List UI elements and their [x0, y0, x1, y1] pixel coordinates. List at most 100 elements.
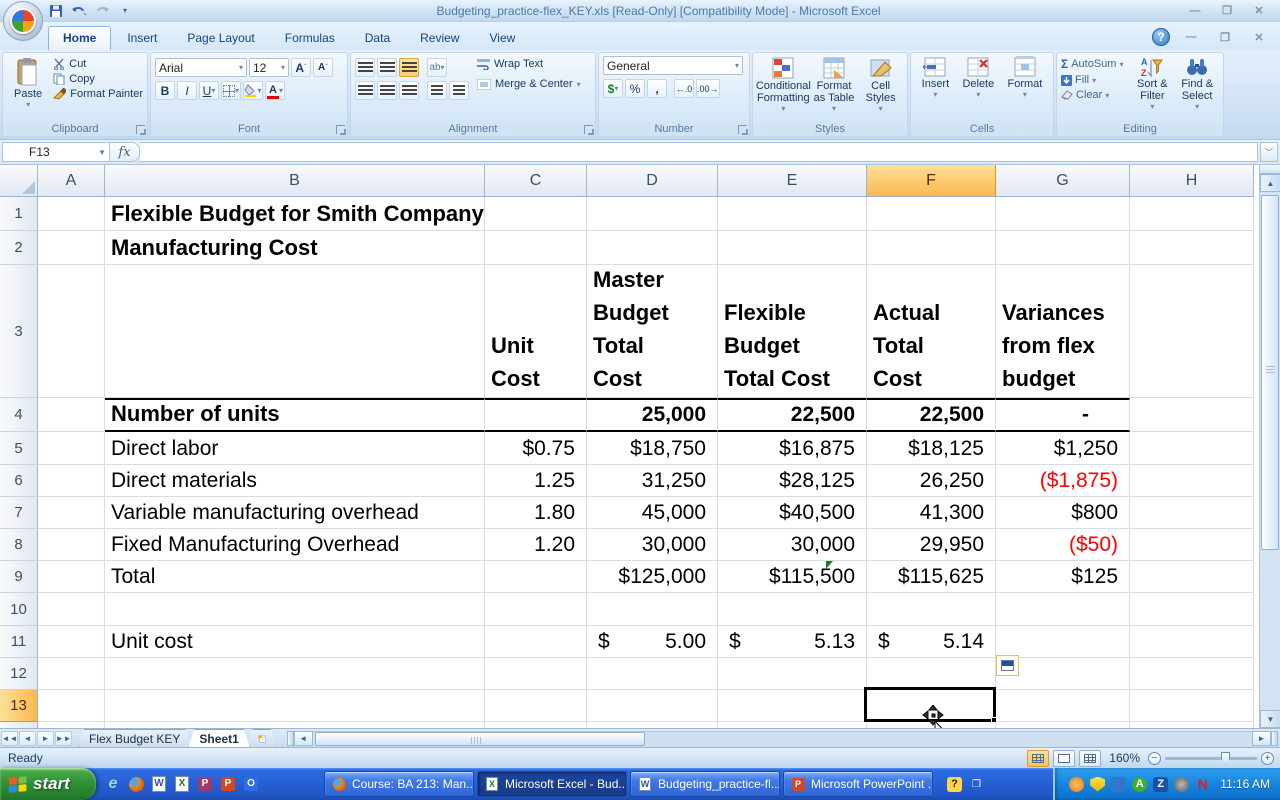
cell-E11[interactable]: $5.13 — [718, 626, 867, 658]
publisher-icon[interactable]: P — [196, 775, 214, 793]
cell-H1[interactable] — [1130, 197, 1254, 231]
row-header-11[interactable]: 11 — [0, 626, 38, 658]
cell-B11[interactable]: Unit cost — [105, 626, 485, 658]
expand-formula-bar-icon[interactable]: ﹀ — [1260, 142, 1278, 162]
cell-A7[interactable] — [38, 497, 105, 529]
column-header-C[interactable]: C — [485, 165, 587, 197]
horizontal-scroll-thumb[interactable] — [315, 732, 645, 746]
decrease-decimal-button[interactable]: .00→ — [696, 79, 720, 98]
align-bottom-button[interactable] — [399, 58, 419, 77]
horizontal-scrollbar[interactable]: ◄ ► — [287, 730, 1280, 747]
zoom-slider[interactable] — [1165, 757, 1257, 760]
font-family-select[interactable]: Arial▾ — [155, 58, 247, 77]
next-sheet-icon[interactable]: ► — [37, 731, 54, 746]
cell-H4[interactable] — [1130, 398, 1254, 432]
ie-icon[interactable]: e — [104, 775, 122, 793]
fill-color-button[interactable]: ▾ — [243, 81, 263, 100]
powerpoint-icon[interactable]: P — [219, 775, 237, 793]
cell-C3[interactable]: Unit Cost — [485, 265, 587, 398]
taskbtn-powerpoint[interactable]: P Microsoft PowerPoint ... — [783, 771, 933, 797]
excel-icon[interactable]: X — [173, 775, 191, 793]
sort-filter-button[interactable]: AZ Sort & Filter▾ — [1129, 56, 1175, 111]
cell-H13[interactable] — [1130, 690, 1254, 722]
cell-H9[interactable] — [1130, 561, 1254, 593]
percent-style-button[interactable]: % — [625, 79, 645, 98]
cell-G5[interactable]: $1,250 — [996, 432, 1130, 465]
cell-C11[interactable] — [485, 626, 587, 658]
cell-D10[interactable] — [587, 593, 718, 626]
outlook-icon[interactable]: O — [242, 775, 260, 793]
cell-D8[interactable]: 30,000 — [587, 529, 718, 561]
cell-H12[interactable] — [1130, 658, 1254, 690]
autosum-button[interactable]: Σ AutoSum▾ — [1061, 57, 1123, 71]
cell-E7[interactable]: $40,500 — [718, 497, 867, 529]
name-box-dropdown-icon[interactable]: ▼ — [98, 148, 106, 157]
minimize-button[interactable]: — — [1182, 3, 1208, 18]
tab-review[interactable]: Review — [406, 27, 473, 50]
cell-H6[interactable] — [1130, 465, 1254, 497]
formula-input[interactable] — [140, 142, 1258, 162]
cell-D4[interactable]: 25,000 — [587, 398, 718, 432]
taskbtn-budgeting-doc[interactable]: W Budgeting_practice-fl... — [630, 771, 780, 797]
cell-F2[interactable] — [867, 231, 996, 265]
decrease-indent-button[interactable] — [427, 81, 447, 100]
borders-button[interactable]: ▾ — [221, 81, 241, 100]
column-header-D[interactable]: D — [587, 165, 718, 197]
cell-F7[interactable]: 41,300 — [867, 497, 996, 529]
cell-D5[interactable]: $18,750 — [587, 432, 718, 465]
conditional-formatting-button[interactable]: Conditional Formatting▾ — [757, 56, 809, 113]
help-icon[interactable]: ? — [1152, 28, 1170, 46]
cell-F11[interactable]: $5.14 — [867, 626, 996, 658]
restore-button[interactable]: ❐ — [1214, 3, 1240, 18]
row-header-13[interactable]: 13 — [0, 690, 38, 722]
bold-button[interactable]: B — [155, 81, 175, 100]
cell-E2[interactable] — [718, 231, 867, 265]
cell-F9[interactable]: $115,625 — [867, 561, 996, 593]
save-button[interactable] — [46, 2, 66, 20]
tab-home[interactable]: Home — [48, 26, 111, 50]
cell-F10[interactable] — [867, 593, 996, 626]
cell-C12[interactable] — [485, 658, 587, 690]
column-header-G[interactable]: G — [996, 165, 1130, 197]
scroll-right-icon[interactable]: ► — [1252, 731, 1271, 746]
redo-button[interactable] — [92, 2, 112, 20]
cell-C6[interactable]: 1.25 — [485, 465, 587, 497]
cell-G11[interactable] — [996, 626, 1130, 658]
cell-A1[interactable] — [38, 197, 105, 231]
format-as-table-button[interactable]: Format as Table▾ — [810, 56, 858, 113]
cell-H11[interactable] — [1130, 626, 1254, 658]
increase-indent-button[interactable] — [449, 81, 469, 100]
clipboard-dialog-launcher[interactable] — [136, 125, 145, 134]
security-shield-icon[interactable] — [1090, 777, 1105, 792]
row-header-2[interactable]: 2 — [0, 231, 38, 265]
column-header-H[interactable]: H — [1130, 165, 1254, 197]
row-header-7[interactable]: 7 — [0, 497, 38, 529]
cell-F6[interactable]: 26,250 — [867, 465, 996, 497]
vertical-scroll-thumb[interactable] — [1261, 195, 1279, 550]
format-cells-button[interactable]: Format▾ — [1008, 56, 1043, 99]
tab-split-handle-right[interactable] — [1271, 731, 1278, 746]
cell-D6[interactable]: 31,250 — [587, 465, 718, 497]
cell-G8[interactable]: ($50) — [996, 529, 1130, 561]
tray-icon-6[interactable] — [1174, 777, 1189, 792]
cell-B2[interactable]: Manufacturing Cost — [105, 231, 485, 265]
cut-button[interactable]: Cut — [53, 58, 143, 70]
cell-F3[interactable]: Actual Total Cost — [867, 265, 996, 398]
close-button[interactable]: ✕ — [1246, 3, 1272, 18]
workbook-restore-button[interactable]: ❐ — [1212, 30, 1238, 45]
cell-B3[interactable] — [105, 265, 485, 398]
align-top-button[interactable] — [355, 58, 375, 77]
merge-center-button[interactable]: Merge & Center▾ — [477, 78, 581, 90]
alignment-dialog-launcher[interactable] — [584, 125, 593, 134]
cell-B4[interactable]: Number of units — [105, 398, 485, 432]
cell-H10[interactable] — [1130, 593, 1254, 626]
cell-H2[interactable] — [1130, 231, 1254, 265]
cell-C1[interactable] — [485, 197, 587, 231]
tray-icon-4[interactable]: A — [1132, 777, 1147, 792]
vertical-scrollbar[interactable]: ▲ ▼ — [1259, 165, 1280, 728]
cell-E5[interactable]: $16,875 — [718, 432, 867, 465]
cell-A8[interactable] — [38, 529, 105, 561]
cell-D13[interactable] — [587, 690, 718, 722]
copy-button[interactable]: Copy — [53, 73, 143, 85]
cell-D7[interactable]: 45,000 — [587, 497, 718, 529]
